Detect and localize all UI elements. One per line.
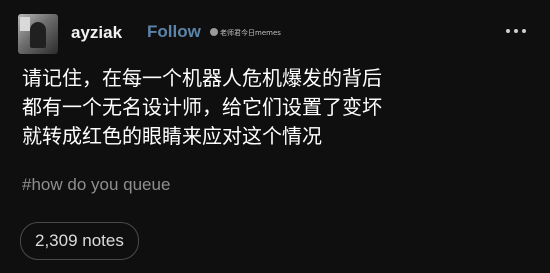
post-text-line: 都有一个无名设计师，给它们设置了变坏	[22, 95, 382, 119]
username[interactable]: ayziak	[71, 23, 122, 43]
more-horizontal-icon[interactable]	[506, 26, 528, 36]
notes-count-button[interactable]: 2,309 notes	[20, 222, 139, 260]
watermark: 老师君今日memes	[210, 28, 281, 38]
post-card: ayziak Follow 老师君今日memes 请记住，在每一个机器人危机爆发…	[0, 0, 550, 273]
post-header: ayziak Follow 老师君今日memes	[18, 14, 532, 54]
follow-button[interactable]: Follow	[147, 22, 201, 42]
watermark-text: 老师君今日memes	[220, 29, 281, 37]
post-text-line: 就转成红色的眼睛来应对这个情况	[22, 124, 322, 148]
avatar[interactable]	[18, 14, 58, 54]
watermark-logo-icon	[210, 28, 218, 36]
avatar-figure	[30, 22, 46, 48]
post-tag[interactable]: #how do you queue	[22, 175, 170, 195]
post-body: 请记住，在每一个机器人危机爆发的背后 都有一个无名设计师，给它们设置了变坏 就转…	[22, 64, 532, 151]
post-text-line: 请记住，在每一个机器人危机爆发的背后	[22, 66, 382, 90]
avatar-window	[20, 17, 30, 31]
